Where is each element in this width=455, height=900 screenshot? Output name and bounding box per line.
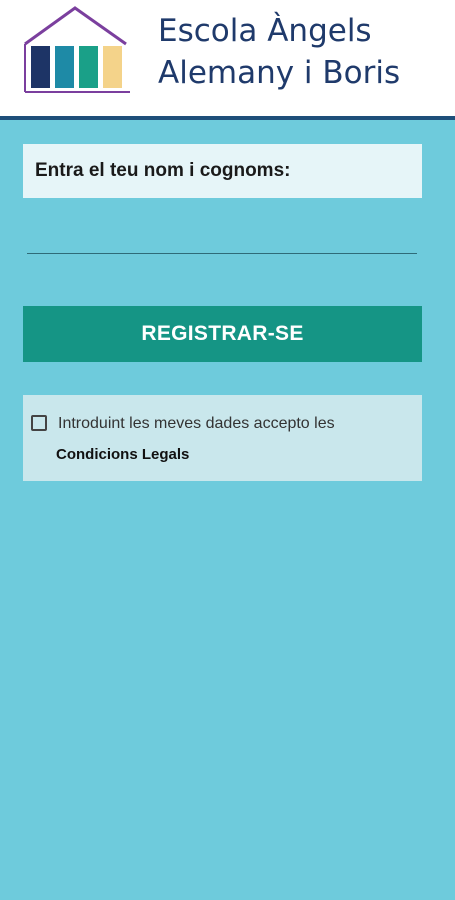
logo-bar-1 (31, 46, 50, 88)
app-header: Escola Àngels Alemany i Boris (0, 0, 455, 120)
school-name-line2: Alemany i Boris (158, 55, 401, 91)
school-logo (24, 6, 130, 93)
school-name: Escola Àngels Alemany i Boris (158, 10, 400, 94)
logo-bar-2 (55, 46, 74, 88)
accept-terms-checkbox[interactable] (31, 415, 47, 431)
logo-bar-4 (103, 46, 122, 88)
legal-conditions-link[interactable]: Condicions Legals (56, 446, 189, 463)
logo-roof (24, 6, 127, 46)
full-name-input[interactable] (27, 214, 417, 254)
legal-terms-text: Introduint les meves dades accepto les (58, 415, 335, 432)
legal-terms-box: Introduint les meves dades accepto les C… (23, 395, 422, 481)
name-prompt-label: Entra el teu nom i cognoms: (23, 144, 422, 198)
logo-bar-3 (79, 46, 98, 88)
school-name-line1: Escola Àngels (158, 13, 372, 49)
register-button[interactable]: REGISTRAR-SE (23, 306, 422, 362)
